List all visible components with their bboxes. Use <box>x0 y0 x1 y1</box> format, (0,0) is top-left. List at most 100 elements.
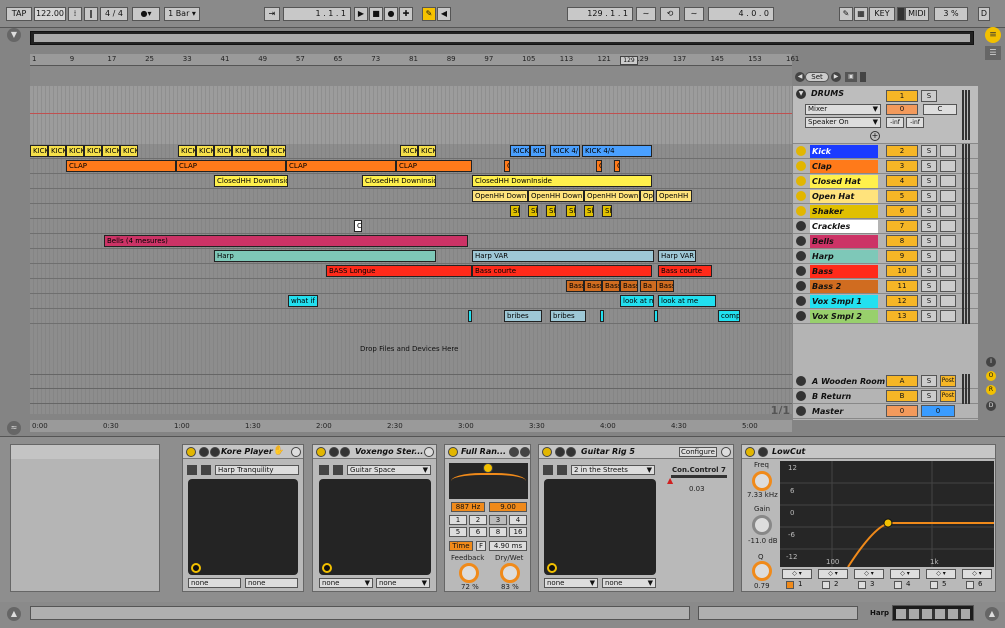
draw-mode-icon[interactable]: ✎ <box>839 7 853 21</box>
freq-knob[interactable] <box>752 471 772 491</box>
arm-button[interactable] <box>940 205 956 217</box>
edit-icon[interactable] <box>566 447 576 457</box>
f-button[interactable]: F <box>476 541 486 551</box>
track-play-icon[interactable] <box>796 311 806 321</box>
prev-locator-icon[interactable]: ◀ <box>795 72 805 82</box>
track-play-icon[interactable] <box>796 251 806 261</box>
track-header[interactable]: Clap 3 S <box>793 159 978 174</box>
kore-xy-pad[interactable] <box>188 479 298 575</box>
post-button[interactable]: Post <box>940 390 956 402</box>
configure-button[interactable]: Configure <box>679 447 717 457</box>
band-shape-select[interactable]: ◇ ▾ <box>926 569 956 579</box>
status-right-icon[interactable]: ▲ <box>985 607 999 621</box>
track-name[interactable]: Vox Smpl 2 <box>810 310 878 323</box>
clip[interactable]: Bass courte <box>658 265 712 277</box>
kore-assign-2[interactable]: none <box>245 578 298 588</box>
drums-solo[interactable]: S <box>921 90 937 102</box>
quantize-select[interactable]: 1 Bar ▾ <box>164 7 200 21</box>
solo-button[interactable]: S <box>921 220 937 232</box>
master-name[interactable]: Master <box>810 405 878 418</box>
clip[interactable]: C <box>596 160 602 172</box>
clip[interactable]: Harp <box>214 250 436 262</box>
computer-keyboard-icon[interactable]: ▦ <box>854 7 868 21</box>
device-on-icon[interactable] <box>316 447 326 457</box>
fold-icon[interactable] <box>796 406 806 416</box>
clip[interactable]: Bass courte <box>472 265 652 277</box>
back-to-arrangement-icon[interactable]: ◀ <box>437 7 451 21</box>
band-shape-select[interactable]: ◇ ▾ <box>854 569 884 579</box>
track-play-icon[interactable] <box>796 206 806 216</box>
kore-settings-icon[interactable] <box>291 447 301 457</box>
track-play-icon[interactable] <box>796 161 806 171</box>
clip[interactable]: Sh <box>528 205 538 217</box>
clip[interactable]: ClosedHH DownInside <box>214 175 288 187</box>
track-play-icon[interactable] <box>796 266 806 276</box>
track-lane[interactable] <box>30 219 792 234</box>
clip[interactable]: bribes <box>504 310 542 322</box>
clip[interactable]: look at m <box>620 295 654 307</box>
clip[interactable]: Bass <box>620 280 638 292</box>
track-header[interactable]: Bells 8 S <box>793 234 978 249</box>
track-header[interactable]: Kick 2 S <box>793 144 978 159</box>
key-map-button[interactable]: KEY <box>869 7 895 21</box>
band-shape-select[interactable]: ◇ ▾ <box>818 569 848 579</box>
clip[interactable]: KICK <box>48 145 66 157</box>
track-number[interactable]: 11 <box>886 280 918 292</box>
guitar-rig-assign-2[interactable]: none ▼ <box>602 578 656 588</box>
track-play-icon[interactable] <box>796 221 806 231</box>
return-track-header[interactable]: A Wooden Room A S Post <box>793 374 978 389</box>
clip[interactable]: Harp VAR <box>472 250 654 262</box>
arm-button[interactable] <box>940 220 956 232</box>
browser-menu-icon[interactable]: ≡ <box>985 27 1001 43</box>
clip[interactable]: CLAP <box>396 160 472 172</box>
clip[interactable]: KICK <box>250 145 268 157</box>
track-number[interactable]: 5 <box>886 190 918 202</box>
stop-icon[interactable]: ■ <box>369 7 383 21</box>
beat-ruler[interactable]: 1 9 17 25 33 41 49 57 65 73 81 89 97 105 113 121 129 137 1… <box>30 54 799 66</box>
clip[interactable]: Harp VAR <box>658 250 696 262</box>
guitar-rig-folder-icon[interactable] <box>557 465 567 475</box>
return-name[interactable]: A Wooden Room <box>810 375 890 388</box>
clip[interactable]: KICK <box>178 145 196 157</box>
track-header[interactable]: Vox Smpl 1 12 S <box>793 294 978 309</box>
track-header[interactable]: Bass 2 11 S <box>793 279 978 294</box>
clip[interactable]: Sh <box>602 205 612 217</box>
band-toggle[interactable] <box>966 581 974 589</box>
zoom-icon[interactable]: ≈ <box>7 421 21 435</box>
track-header[interactable]: Open Hat 5 S <box>793 189 978 204</box>
clip[interactable]: KICK <box>530 145 546 157</box>
filter-display[interactable] <box>449 463 528 499</box>
arrangement-toggle-icon[interactable]: ▼ <box>7 28 21 42</box>
device-on-icon[interactable] <box>186 447 196 457</box>
track-header[interactable]: Harp 9 S <box>793 249 978 264</box>
fold-icon[interactable] <box>796 391 806 401</box>
voxengo-assign-1[interactable]: none ▼ <box>319 578 373 588</box>
division-button[interactable]: 2 <box>469 515 487 525</box>
voxengo-xy-pad[interactable] <box>319 479 431 575</box>
drums-pan[interactable]: C <box>923 104 957 115</box>
mixer-select[interactable]: Mixer ▼ <box>805 104 881 115</box>
guitar-rig-save-icon[interactable] <box>543 465 553 475</box>
side-letter-r[interactable]: R <box>986 385 996 395</box>
arrangement-position-icon[interactable]: ⇥ <box>264 7 280 21</box>
band-toggle[interactable] <box>822 581 830 589</box>
voxengo-settings-icon[interactable] <box>424 447 434 457</box>
track-number[interactable]: 7 <box>886 220 918 232</box>
clip[interactable]: comp <box>718 310 740 322</box>
metronome-icon[interactable]: ‖ <box>84 7 98 21</box>
set-button[interactable]: Set <box>805 72 829 82</box>
division-button[interactable]: 8 <box>489 527 507 537</box>
xy-handle[interactable] <box>322 563 332 573</box>
full-range-save-icon[interactable] <box>509 447 519 457</box>
clip[interactable]: CLAP <box>286 160 396 172</box>
clip[interactable]: OpenHH Down <box>528 190 584 202</box>
side-letter-d[interactable]: D <box>986 401 996 411</box>
device-on-icon[interactable] <box>448 447 458 457</box>
band-shape-select[interactable]: ◇ ▾ <box>962 569 992 579</box>
track-number[interactable]: 13 <box>886 310 918 322</box>
arm-button[interactable] <box>940 235 956 247</box>
song-position[interactable]: 1 . 1 . 1 <box>283 7 351 21</box>
clip[interactable]: ClosedHH DownInside <box>472 175 652 187</box>
arm-button[interactable] <box>940 295 956 307</box>
voxengo-save-icon[interactable] <box>319 465 329 475</box>
